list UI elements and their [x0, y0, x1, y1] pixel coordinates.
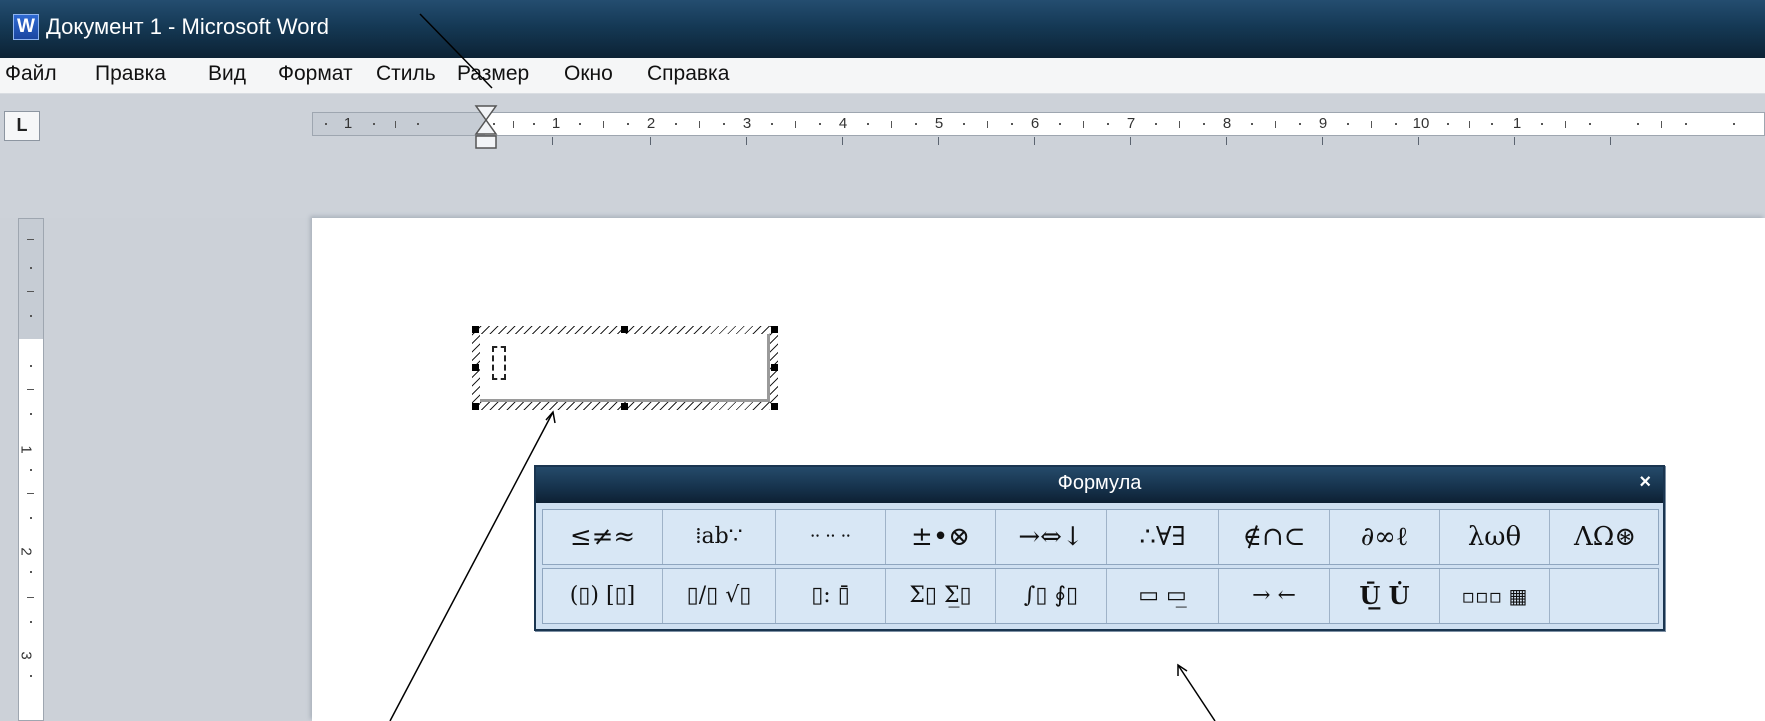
- annotation-overlay: [389, 13, 1216, 721]
- annotation-arrow-menu: [419, 13, 493, 89]
- word-window: W Документ 1 - Microsoft Word Файл Правк…: [0, 0, 1765, 721]
- annotation-arrow-toolbar: [1177, 664, 1216, 721]
- annotation-arrow-equation: [389, 411, 554, 721]
